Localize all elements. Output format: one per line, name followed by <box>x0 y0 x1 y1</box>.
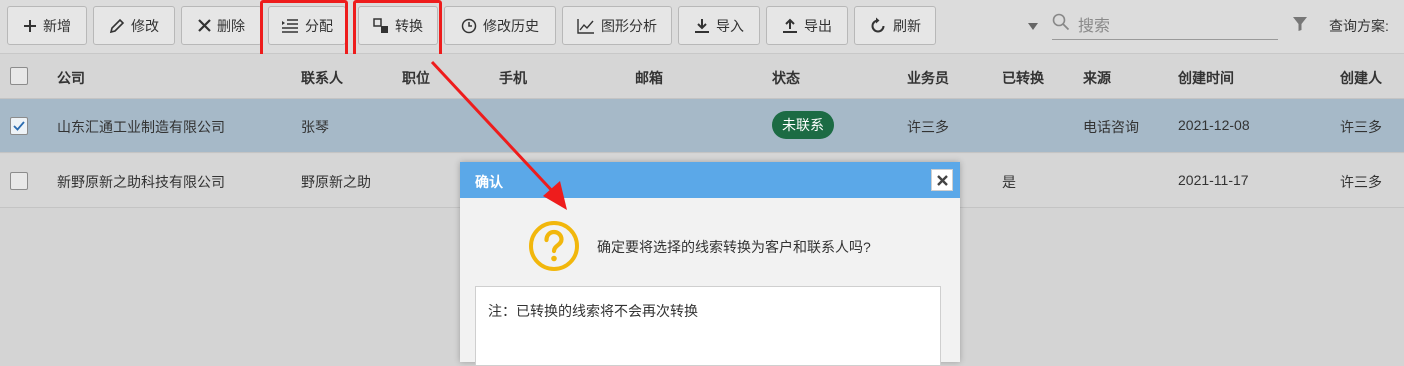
column-header-status[interactable]: 状态 <box>772 68 800 88</box>
cell-created-at: 2021-12-08 <box>1178 117 1250 133</box>
select-all-checkbox[interactable] <box>10 67 28 85</box>
assign-highlight-box <box>260 0 348 59</box>
column-header-position[interactable]: 职位 <box>402 68 430 88</box>
history-button[interactable]: 修改历史 <box>444 6 556 45</box>
cell-creator: 许三多 <box>1340 119 1382 135</box>
edit-button-label: 修改 <box>131 17 159 34</box>
cell-converted: 是 <box>1002 174 1016 190</box>
column-header-source[interactable]: 来源 <box>1083 68 1111 88</box>
upload-icon <box>782 18 798 34</box>
dialog-close-button[interactable] <box>931 169 953 191</box>
cell-contact: 野原新之助 <box>301 174 371 190</box>
cell-contact: 张琴 <box>301 119 329 135</box>
status-badge: 未联系 <box>772 111 834 139</box>
line-chart-icon <box>577 18 595 34</box>
cell-company: 新野原新之助科技有限公司 <box>57 174 225 190</box>
cell-salesperson: 许三多 <box>907 119 949 135</box>
column-header-converted[interactable]: 已转换 <box>1002 68 1044 88</box>
search-dropdown-arrow-icon[interactable] <box>1028 18 1038 34</box>
column-header-creator[interactable]: 创建人 <box>1340 68 1382 88</box>
edit-button[interactable]: 修改 <box>93 6 175 45</box>
add-button-label: 新增 <box>43 17 71 34</box>
table-header: 公司 联系人 职位 手机 邮箱 状态 业务员 已转换 来源 创建时间 创建人 <box>0 54 1404 99</box>
export-button-label: 导出 <box>804 17 832 34</box>
refresh-button-label: 刷新 <box>893 17 921 34</box>
clock-icon <box>461 18 477 34</box>
cell-company: 山东汇通工业制造有限公司 <box>57 119 225 135</box>
question-icon <box>528 220 580 275</box>
refresh-icon <box>869 17 887 35</box>
import-button[interactable]: 导入 <box>678 6 760 45</box>
search-placeholder: 搜索 <box>1078 17 1111 35</box>
convert-highlight-box <box>353 0 442 59</box>
column-header-mobile[interactable]: 手机 <box>499 68 527 88</box>
close-icon <box>198 19 211 32</box>
search-icon <box>1052 13 1070 34</box>
filter-icon[interactable] <box>1292 16 1308 35</box>
plus-icon <box>23 19 37 33</box>
table-row[interactable]: 山东汇通工业制造有限公司 张琴 未联系 许三多 电话咨询 2021-12-08 … <box>0 99 1404 153</box>
row-checkbox[interactable] <box>10 117 28 135</box>
chart-analysis-button[interactable]: 图形分析 <box>562 6 672 45</box>
export-button[interactable]: 导出 <box>766 6 848 45</box>
dialog-message: 确定要将选择的线索转换为客户和联系人吗? <box>597 239 871 255</box>
cell-source: 电话咨询 <box>1083 119 1139 135</box>
refresh-button[interactable]: 刷新 <box>854 6 936 45</box>
checkmark-icon <box>13 121 25 131</box>
add-button[interactable]: 新增 <box>7 6 87 45</box>
column-header-salesperson[interactable]: 业务员 <box>907 68 949 88</box>
column-header-created-at[interactable]: 创建时间 <box>1178 68 1234 88</box>
column-header-company[interactable]: 公司 <box>57 68 85 88</box>
delete-button[interactable]: 删除 <box>181 6 262 45</box>
confirm-dialog: 确认 确定要将选择的线索转换为客户和联系人吗? 注：已转换的线索将不会再次转换 <box>460 162 960 366</box>
column-header-email[interactable]: 邮箱 <box>635 68 663 88</box>
import-button-label: 导入 <box>716 17 744 34</box>
cell-creator: 许三多 <box>1340 174 1382 190</box>
close-icon <box>936 174 948 186</box>
column-header-contact[interactable]: 联系人 <box>301 68 343 88</box>
search-input[interactable]: 搜索 <box>1052 8 1278 40</box>
cell-created-at: 2021-11-17 <box>1178 172 1249 188</box>
dialog-header: 确认 <box>460 162 960 198</box>
toolbar: 新增 修改 删除 分配 转换 修改历史 图形分析 导入 导出 刷新 搜索 查询方… <box>0 0 1404 59</box>
download-icon <box>694 18 710 34</box>
query-scheme-label[interactable]: 查询方案: <box>1329 16 1389 36</box>
chart-analysis-button-label: 图形分析 <box>601 17 657 34</box>
row-checkbox[interactable] <box>10 172 28 190</box>
dialog-note: 注：已转换的线索将不会再次转换 <box>475 286 941 366</box>
history-button-label: 修改历史 <box>483 17 539 34</box>
pencil-icon <box>109 18 125 34</box>
dialog-title: 确认 <box>475 174 503 190</box>
delete-button-label: 删除 <box>217 17 245 34</box>
